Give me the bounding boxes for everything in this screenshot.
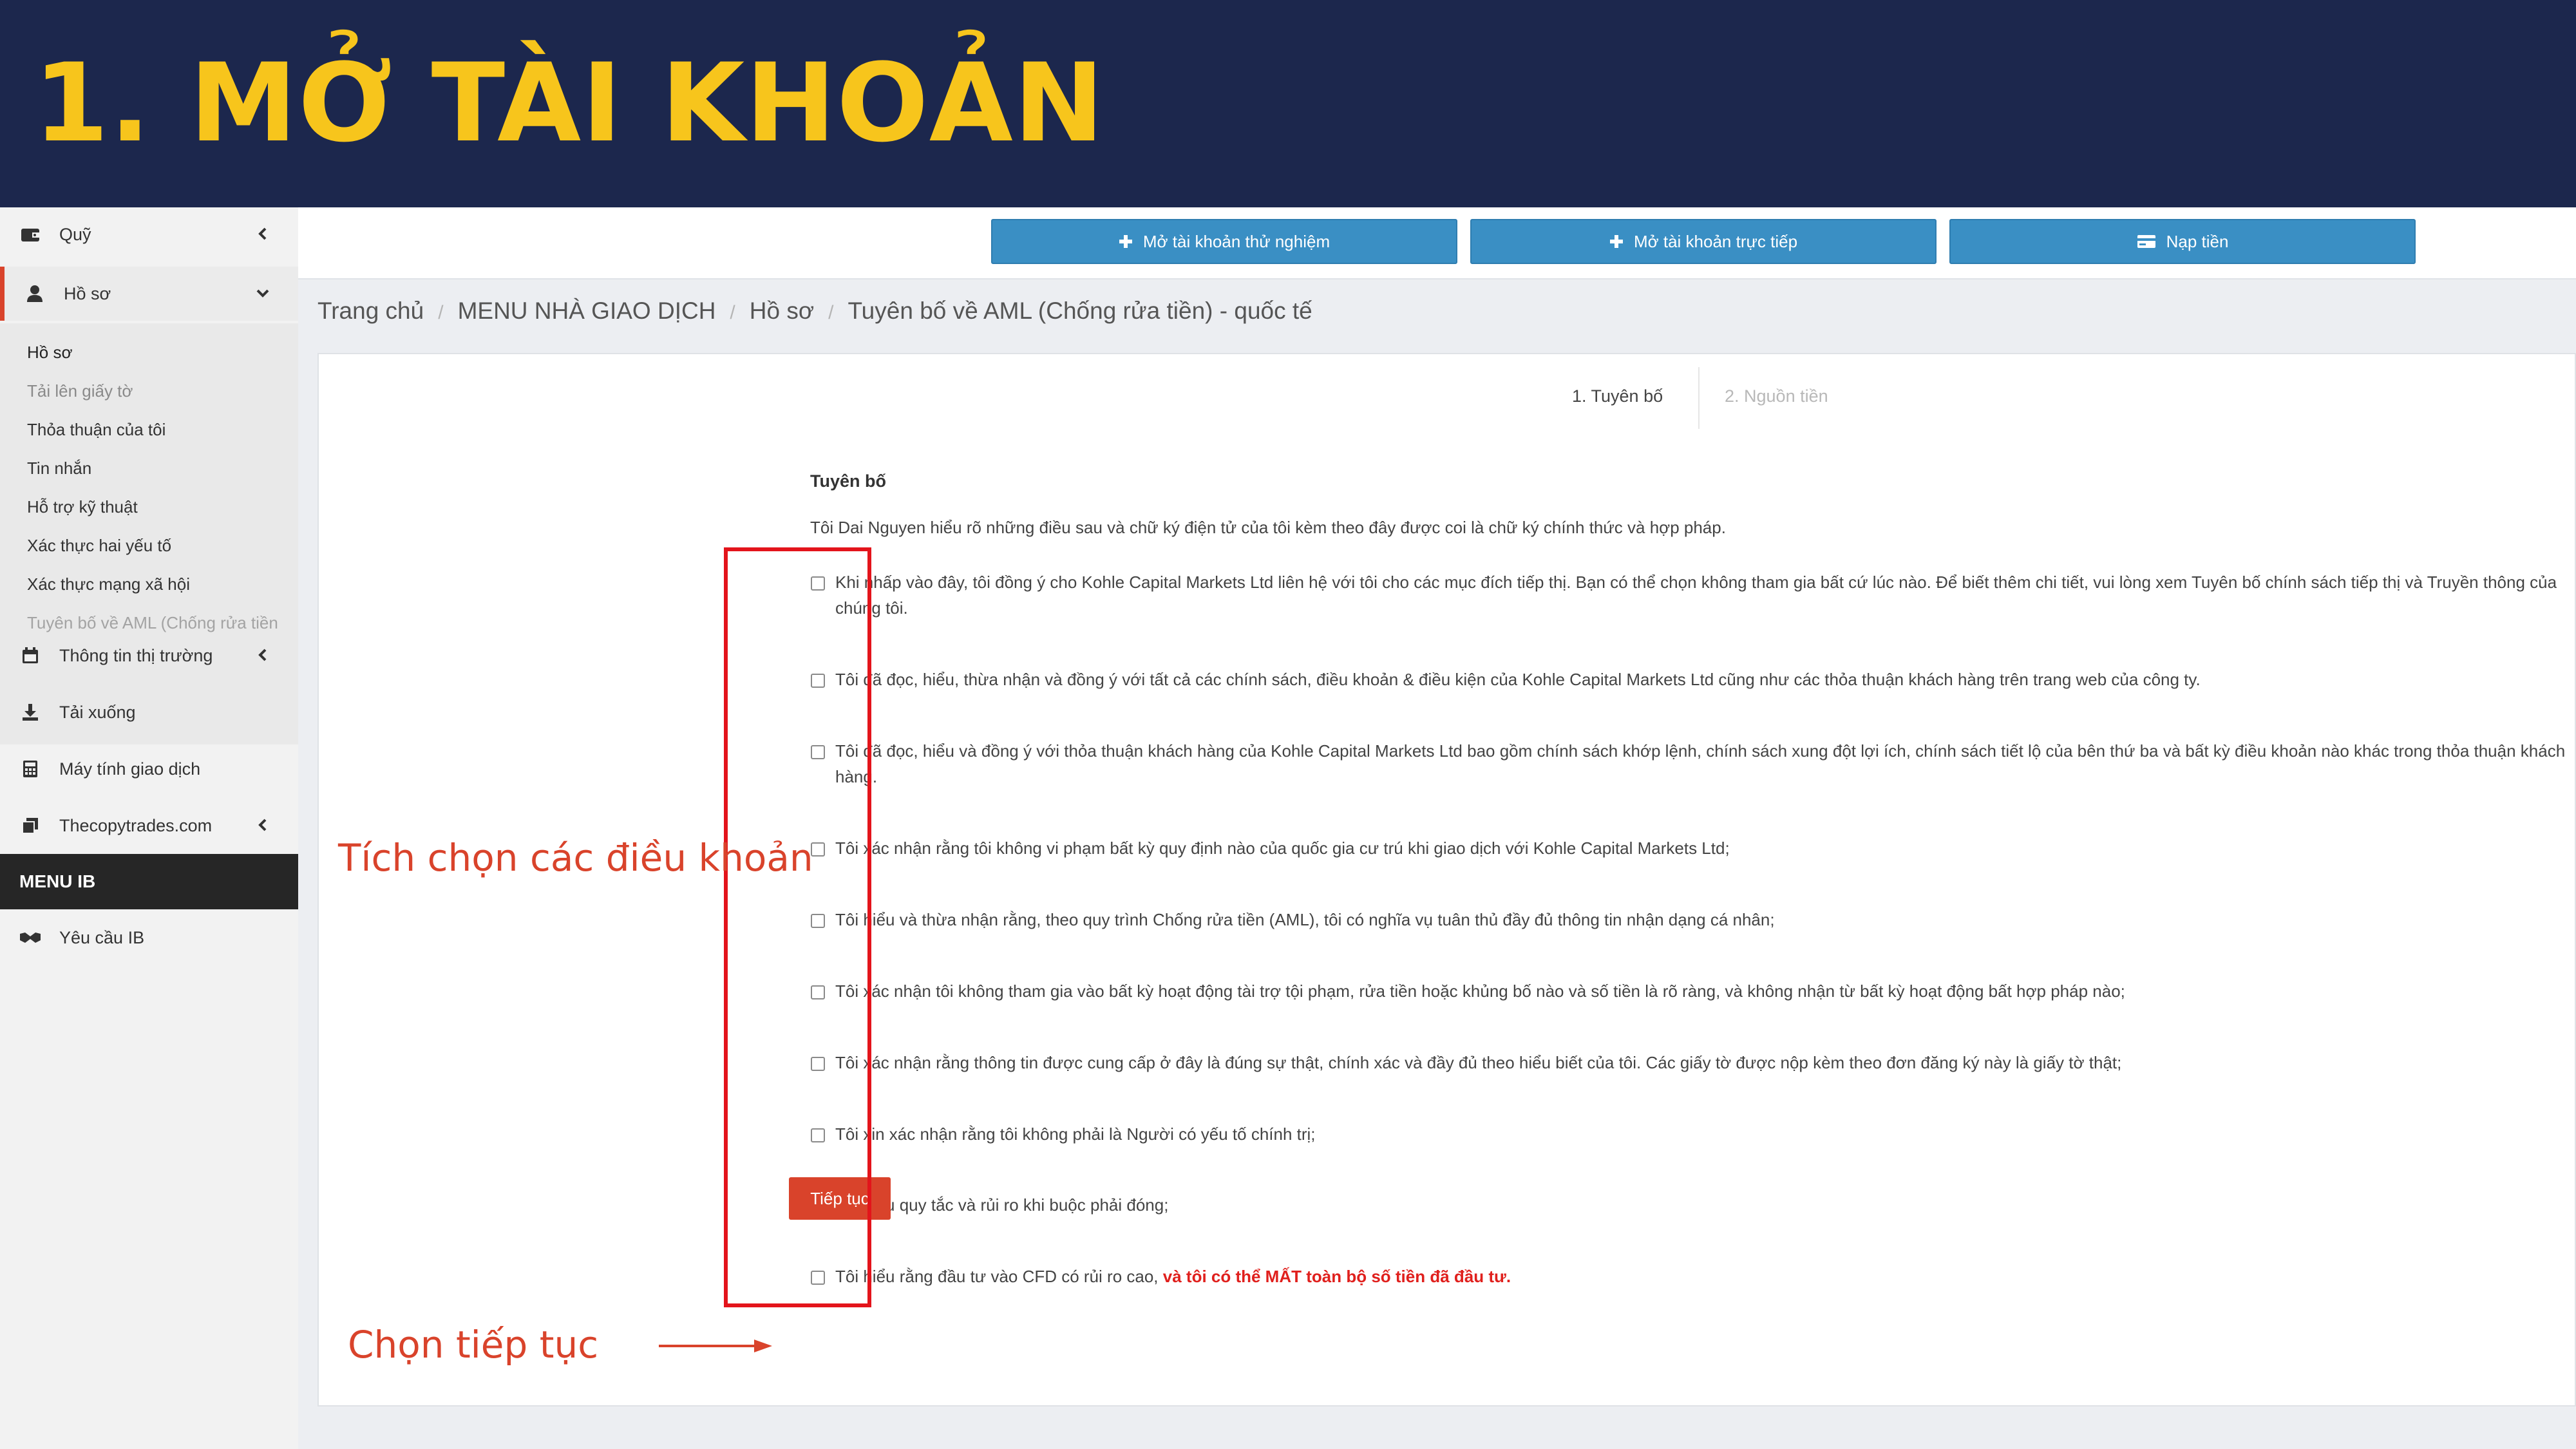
checkbox-highlight-box [724,547,871,1307]
sidebar-item-label: Thecopytrades.com [59,815,213,835]
breadcrumb-trader-menu[interactable]: MENU NHÀ GIAO DỊCH [458,298,716,324]
terms-text-7: Tôi xác nhận rằng thông tin được cung cấ… [835,1053,2122,1072]
terms-text-8: Tôi xin xác nhận rằng tôi không phải là … [835,1124,1316,1144]
top-action-bar: Mở tài khoản thử nghiệm Mở tài khoản trự… [298,207,2576,279]
chevron-left-icon [253,224,272,243]
calendar-icon [19,645,41,667]
breadcrumb-home[interactable]: Trang chủ [317,298,424,324]
annotation-choose-continue: Chọn tiếp tục [348,1323,599,1367]
deposit-button[interactable]: Nạp tiền [1949,219,2416,264]
sidebar-item-downloads[interactable]: Tải xuống [0,685,298,739]
sidebar-item-thecopytrades[interactable]: Thecopytrades.com [0,799,298,853]
submenu-item-messages[interactable]: Tin nhắn [27,459,91,478]
chevron-left-icon [253,815,272,835]
banner-title: 1. MỞ TÀI KHOẢN [33,40,1105,166]
breadcrumb-separator: / [828,302,834,323]
submenu-item-ho-so[interactable]: Hồ sơ [27,343,73,363]
credit-card-icon [2137,234,2156,249]
breadcrumb-separator: / [438,302,444,323]
step-2-source-of-funds: 2. Nguồn tiền [1725,386,1828,406]
breadcrumb: Trang chủ / MENU NHÀ GIAO DỊCH / Hồ sơ / Tuyên… [317,298,1312,325]
step-divider [1698,367,1700,429]
sidebar-item-label: Yêu cầu IB [59,927,145,947]
menu-ib-header: MENU IB [0,854,298,909]
open-demo-account-label: Mở tài khoản thử nghiệm [1142,231,1331,251]
arrow-right-icon [659,1340,772,1352]
open-live-account-button[interactable]: Mở tài khoản trực tiếp [1470,219,1937,264]
breadcrumb-profile[interactable]: Hồ sơ [750,298,814,324]
risk-warning: và tôi có thể MẤT toàn bộ số tiền đã đầu… [1162,1267,1511,1286]
calculator-icon [19,758,41,780]
copy-icon [19,815,41,837]
terms-text-2: Tôi đã đọc, hiểu, thừa nhận và đồng ý vớ… [835,670,2201,689]
terms-text-10-main: Tôi hiểu rằng đầu tư vào CFD có rủi ro c… [835,1267,1159,1286]
breadcrumb-current: Tuyên bố về AML (Chống rửa tiền) - quốc … [848,298,1312,324]
submenu-item-support[interactable]: Hỗ trợ kỹ thuật [27,497,138,517]
title-banner: 1. MỞ TÀI KHOẢN [0,0,2576,207]
submenu-item-agreements[interactable]: Thỏa thuận của tôi [27,420,166,440]
submenu-item-upload-docs[interactable]: Tải lên giấy tờ [27,381,133,401]
step-1-declaration[interactable]: 1. Tuyên bố [1572,386,1663,406]
terms-text-4: Tôi xác nhận rằng tôi không vi phạm bất … [835,838,1730,858]
sidebar-item-quy[interactable]: Quỹ [0,207,298,261]
user-icon [24,283,46,305]
download-icon [19,701,41,723]
annotation-tick-terms: Tích chọn các điều khoản [338,836,813,880]
sidebar-item-label: Tải xuống [59,702,136,722]
declaration-intro: Tôi Dai Nguyen hiểu rõ những điều sau và… [810,518,1726,537]
terms-text-9: Tôi hiểu quy tắc và rủi ro khi buộc phải… [835,1195,1169,1215]
sidebar-item-ho-so[interactable]: Hồ sơ [0,267,298,321]
plus-icon [1609,234,1624,249]
breadcrumb-separator: / [730,302,735,323]
terms-text-5: Tôi hiểu và thừa nhận rằng, theo quy trì… [835,910,1775,929]
deposit-label: Nạp tiền [2166,231,2229,251]
sidebar-item-ib-request[interactable]: Yêu cầu IB [0,911,298,965]
sidebar-item-label: Máy tính giao dịch [59,759,201,779]
handshake-icon [19,927,41,949]
terms-text-1: Khi nhấp vào đây, tôi đồng ý cho Kohle C… [835,573,2557,618]
terms-text-6: Tôi xác nhận tôi không tham gia vào bất … [835,981,2125,1001]
plus-icon [1119,234,1133,249]
submenu-item-2fa[interactable]: Xác thực hai yếu tố [27,536,171,556]
wallet-icon [19,223,41,245]
terms-text-10: Tôi hiểu rằng đầu tư vào CFD có rủi ro c… [835,1264,2574,1289]
sidebar-item-label: Hồ sơ [64,283,111,303]
sidebar: Quỹ Hồ sơ Hồ sơ Tải lên giấy tờ Thỏa thu… [0,207,298,1449]
main-content: Mở tài khoản thử nghiệm Mở tài khoản trự… [298,207,2576,1449]
chevron-down-icon [253,283,272,303]
sidebar-item-label: Thông tin thị trường [59,645,213,665]
sidebar-item-trading-calculator[interactable]: Máy tính giao dịch [0,742,298,796]
chevron-left-icon [253,645,272,665]
open-demo-account-button[interactable]: Mở tài khoản thử nghiệm [991,219,1457,264]
app-window: Quỹ Hồ sơ Hồ sơ Tải lên giấy tờ Thỏa thu… [0,207,2576,1449]
sidebar-item-label: Quỹ [59,224,91,244]
sidebar-item-market-info[interactable]: Thông tin thị trường [0,629,298,683]
declaration-title: Tuyên bố [810,471,886,491]
submenu-item-social-verify[interactable]: Xác thực mạng xã hội [27,574,190,594]
open-live-account-label: Mở tài khoản trực tiếp [1633,231,1798,251]
terms-text-3: Tôi đã đọc, hiểu và đồng ý với thỏa thuậ… [835,741,2566,786]
